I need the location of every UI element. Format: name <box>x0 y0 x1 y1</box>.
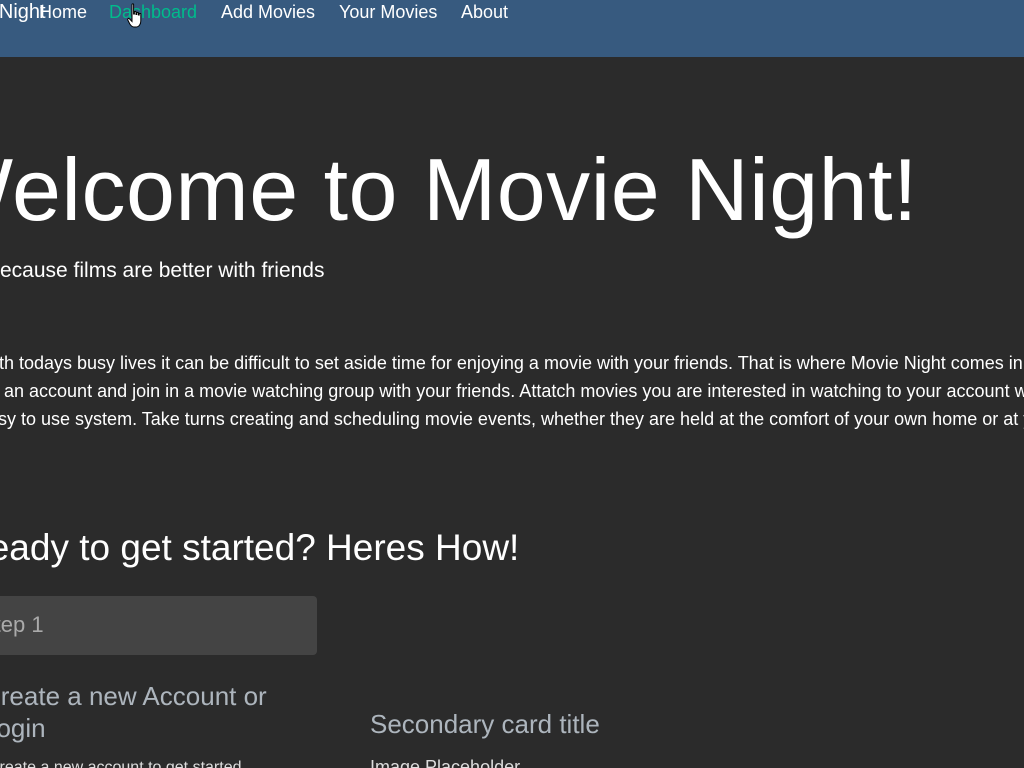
secondary-card-title: Secondary card title <box>370 709 600 739</box>
nav-link-home[interactable]: Home <box>39 2 87 23</box>
nav-link-add-movies[interactable]: Add Movies <box>221 2 315 23</box>
step-card-text: Create a new account to get started <box>0 759 242 768</box>
top-navbar: Movie Night Home Dashboard Add Movies Yo… <box>0 0 1024 57</box>
step-card-header-label: Step 1 <box>0 612 44 637</box>
step-card-title: Login <box>0 713 46 743</box>
hand-pointer-cursor-icon <box>127 3 142 28</box>
hero-paragraph-line: With todays busy lives it can be difficu… <box>0 353 1024 373</box>
step-card-title: Create a new Account or <box>0 681 267 711</box>
nav-link-about[interactable]: About <box>461 2 508 23</box>
nav-link-dashboard[interactable]: Dashboard <box>109 2 197 23</box>
hero-paragraph-line: for an account and join in a movie watch… <box>0 381 1024 401</box>
page: Movie Night Home Dashboard Add Movies Yo… <box>0 0 1024 768</box>
step-card-header <box>0 596 317 655</box>
hero-subtitle: Because films are better with friends <box>0 259 325 282</box>
getting-started-heading: Ready to get started? Heres How! <box>0 527 520 568</box>
image-placeholder-text: Image Placeholder <box>370 757 521 768</box>
hero-paragraph-line: easy to use system. Take turns creating … <box>0 409 1024 429</box>
nav-link-your-movies[interactable]: Your Movies <box>339 2 437 23</box>
hero-title: Welcome to Movie Night! <box>0 140 919 239</box>
